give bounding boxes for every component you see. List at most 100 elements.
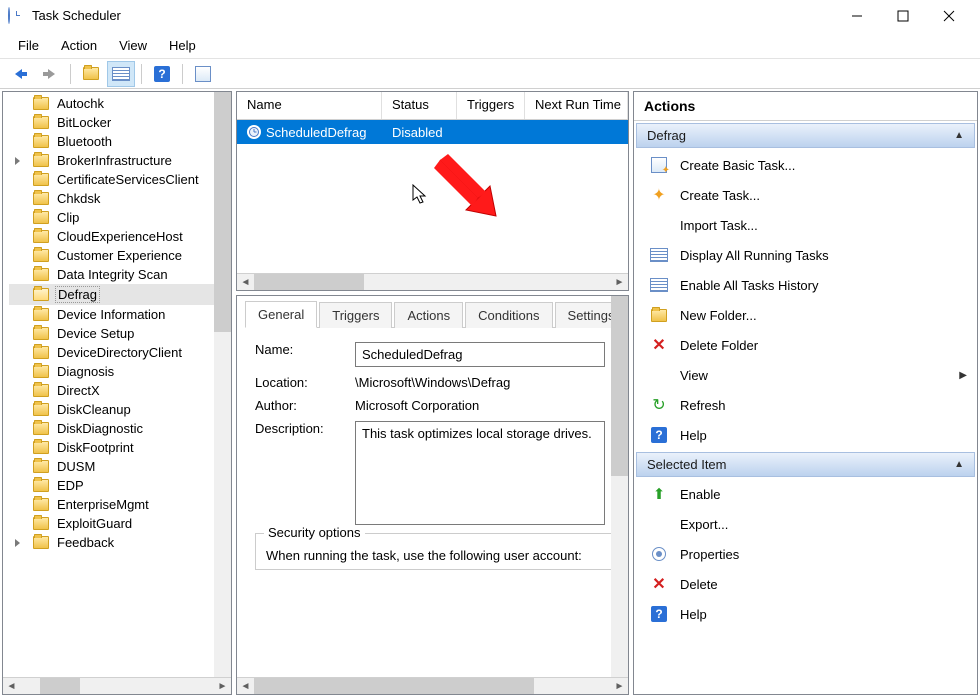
tree-item[interactable]: BitLocker	[9, 113, 231, 132]
tree-item[interactable]: ExploitGuard	[9, 514, 231, 533]
tree-item[interactable]: DirectX	[9, 381, 231, 400]
tree-item[interactable]: Bluetooth	[9, 132, 231, 151]
col-name[interactable]: Name	[237, 92, 382, 119]
task-name: ScheduledDefrag	[266, 125, 366, 140]
action-create-basic-task[interactable]: Create Basic Task...	[634, 150, 977, 180]
action-new-folder[interactable]: New Folder...	[634, 300, 977, 330]
folder-icon	[33, 441, 49, 454]
tree-item-label: Customer Experience	[55, 248, 184, 263]
tree-item-label: Chkdsk	[55, 191, 102, 206]
scroll-right-button[interactable]: ►	[611, 678, 628, 695]
tree-item[interactable]: Feedback	[9, 533, 231, 552]
tree-item[interactable]: DiskDiagnostic	[9, 419, 231, 438]
action-view[interactable]: View	[634, 360, 977, 390]
tab-actions[interactable]: Actions	[394, 302, 463, 328]
action-delete[interactable]: ✕Delete	[634, 569, 977, 599]
tree-item[interactable]: Device Information	[9, 305, 231, 324]
task-next-run	[525, 130, 628, 134]
tab-conditions[interactable]: Conditions	[465, 302, 552, 328]
task-row[interactable]: ScheduledDefrag Disabled	[237, 120, 628, 144]
tab-triggers[interactable]: Triggers	[319, 302, 392, 328]
action-enable-history[interactable]: Enable All Tasks History	[634, 270, 977, 300]
folder-icon	[33, 460, 49, 473]
tree-item[interactable]: EDP	[9, 476, 231, 495]
scrollbar-thumb[interactable]	[611, 296, 628, 476]
tree-item[interactable]: Chkdsk	[9, 189, 231, 208]
group-header-defrag[interactable]: Defrag ▲	[636, 123, 975, 148]
tree-item[interactable]: DiskFootprint	[9, 438, 231, 457]
details-h-scrollbar[interactable]: ◄ ►	[237, 677, 628, 694]
tree-item[interactable]: CertificateServicesClient	[9, 170, 231, 189]
tree-list[interactable]: AutochkBitLockerBluetoothBrokerInfrastru…	[3, 92, 231, 677]
tree-item[interactable]: DUSM	[9, 457, 231, 476]
tab-general[interactable]: General	[245, 301, 317, 328]
action-refresh[interactable]: ↻Refresh	[634, 390, 977, 420]
col-next-run[interactable]: Next Run Time	[525, 92, 628, 119]
tree-item[interactable]: Defrag	[9, 284, 231, 305]
name-field[interactable]	[355, 342, 605, 367]
close-button[interactable]	[926, 1, 972, 31]
scrollbar-thumb[interactable]	[254, 274, 364, 290]
tab-content-general: Name: Location: \Microsoft\Windows\Defra…	[245, 328, 624, 580]
tree-item[interactable]: DiskCleanup	[9, 400, 231, 419]
tree-item-label: CertificateServicesClient	[55, 172, 201, 187]
details-v-scrollbar[interactable]	[611, 296, 628, 677]
tree-item[interactable]: CloudExperienceHost	[9, 227, 231, 246]
calendar-toolbar-button[interactable]	[189, 61, 217, 87]
tree-item[interactable]: EnterpriseMgmt	[9, 495, 231, 514]
description-field[interactable]	[355, 421, 605, 525]
folder-up-button[interactable]	[77, 61, 105, 87]
menu-view[interactable]: View	[109, 35, 157, 56]
scrollbar-thumb[interactable]	[40, 678, 80, 694]
action-help-2[interactable]: ?Help	[634, 599, 977, 629]
help-icon: ?	[650, 605, 668, 623]
action-label: Enable All Tasks History	[680, 278, 819, 293]
minimize-button[interactable]	[834, 1, 880, 31]
tree-h-scrollbar[interactable]: ◄►	[3, 677, 231, 694]
scrollbar-thumb[interactable]	[214, 92, 231, 332]
security-options-group: Security options When running the task, …	[255, 533, 614, 570]
menu-file[interactable]: File	[8, 35, 49, 56]
tree-item[interactable]: BrokerInfrastructure	[9, 151, 231, 170]
tree-v-scrollbar[interactable]	[214, 92, 231, 677]
scrollbar-thumb[interactable]	[254, 678, 534, 694]
col-status[interactable]: Status	[382, 92, 457, 119]
tree-item-label: DiskDiagnostic	[55, 421, 145, 436]
back-button[interactable]	[6, 61, 34, 87]
action-enable[interactable]: ⬆Enable	[634, 479, 977, 509]
tree-item[interactable]: Autochk	[9, 94, 231, 113]
action-properties[interactable]: Properties	[634, 539, 977, 569]
action-import-task[interactable]: Import Task...	[634, 210, 977, 240]
maximize-button[interactable]	[880, 1, 926, 31]
group-header-selected-item[interactable]: Selected Item ▲	[636, 452, 975, 477]
action-delete-folder[interactable]: ✕Delete Folder	[634, 330, 977, 360]
tree-item[interactable]: Clip	[9, 208, 231, 227]
tree-item[interactable]: DeviceDirectoryClient	[9, 343, 231, 362]
action-label: Properties	[680, 547, 739, 562]
tree-item[interactable]: Data Integrity Scan	[9, 265, 231, 284]
scroll-left-button[interactable]: ◄	[237, 678, 254, 695]
action-help[interactable]: ?Help	[634, 420, 977, 450]
col-triggers[interactable]: Triggers	[457, 92, 525, 119]
tree-item[interactable]: Customer Experience	[9, 246, 231, 265]
action-display-running[interactable]: Display All Running Tasks	[634, 240, 977, 270]
task-status: Disabled	[382, 123, 457, 142]
folder-icon	[33, 479, 49, 492]
action-export[interactable]: Export...	[634, 509, 977, 539]
action-create-task[interactable]: ✦Create Task...	[634, 180, 977, 210]
tree-item-label: Device Setup	[55, 326, 136, 341]
folder-icon	[33, 308, 49, 321]
menu-action[interactable]: Action	[51, 35, 107, 56]
history-icon	[650, 276, 668, 294]
tree-item[interactable]: Device Setup	[9, 324, 231, 343]
tree-item[interactable]: Diagnosis	[9, 362, 231, 381]
folder-icon	[33, 327, 49, 340]
menu-help[interactable]: Help	[159, 35, 206, 56]
list-h-scrollbar[interactable]: ◄ ►	[237, 273, 628, 290]
help-toolbar-button[interactable]: ?	[148, 61, 176, 87]
view-details-button[interactable]	[107, 61, 135, 87]
tree-item-label: DeviceDirectoryClient	[55, 345, 184, 360]
forward-button[interactable]	[36, 61, 64, 87]
scroll-right-button[interactable]: ►	[611, 274, 628, 291]
scroll-left-button[interactable]: ◄	[237, 274, 254, 291]
